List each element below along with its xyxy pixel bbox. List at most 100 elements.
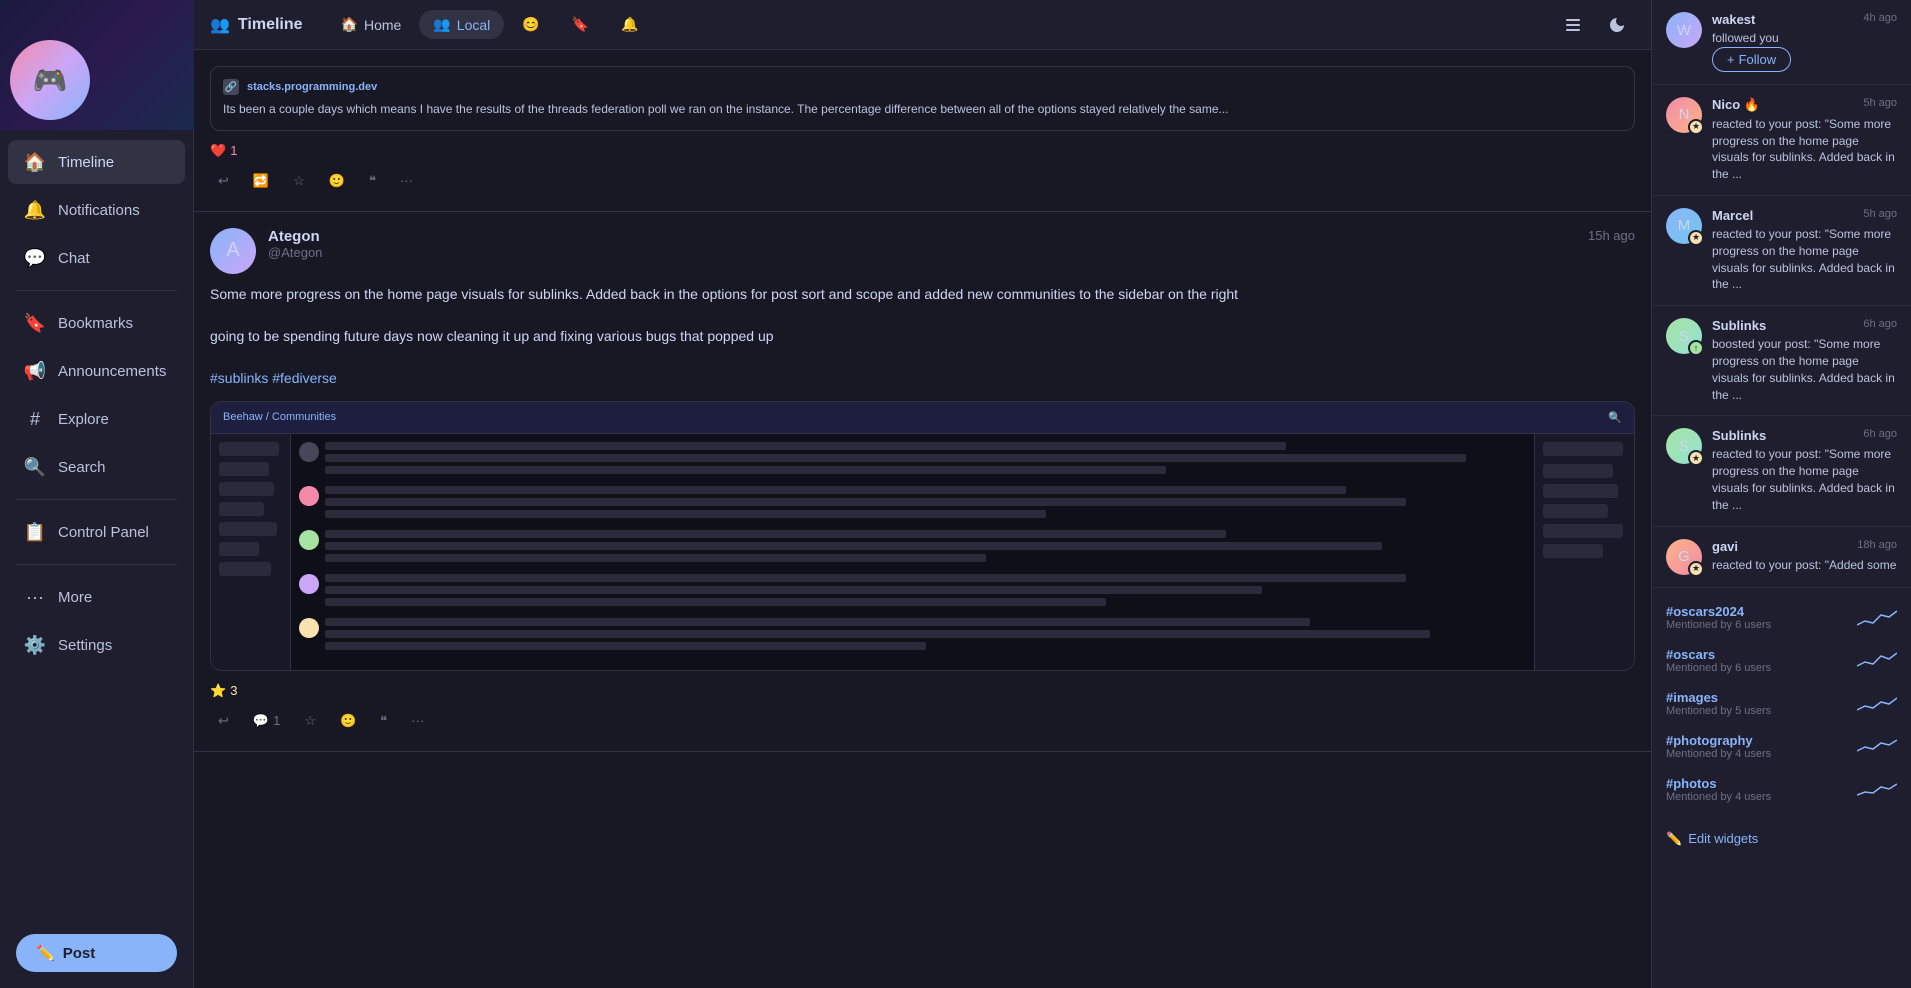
post-button[interactable]: ✏️ Post xyxy=(16,934,177,972)
notif-avatar: G ★ xyxy=(1666,539,1702,575)
notif-username: wakest xyxy=(1712,12,1755,27)
tab-home[interactable]: 🏠 Home xyxy=(327,10,416,39)
quote-button[interactable]: ❝ xyxy=(361,167,384,195)
more-icon: ··· xyxy=(24,586,46,608)
notif-avatar: S ↑ xyxy=(1666,318,1702,354)
home-icon: 🏠 xyxy=(24,151,46,173)
post-handle: @Ategon xyxy=(268,245,1576,260)
trending-count: Mentioned by 6 users xyxy=(1666,662,1771,674)
notif-time: 5h ago xyxy=(1863,97,1897,109)
trend-chart-icon xyxy=(1857,736,1897,756)
trending-count: Mentioned by 4 users xyxy=(1666,748,1771,760)
post-header: A Ategon @Ategon 15h ago xyxy=(210,228,1635,274)
star-icon: ⭐ xyxy=(210,683,226,699)
post-actions-2: ↩ 💬 1 ☆ 🙂 ❝ ··· xyxy=(210,707,1635,735)
sidebar-item-settings[interactable]: ⚙️ Settings xyxy=(8,623,185,667)
emoji-tab-icon: 😊 xyxy=(522,16,539,33)
notif-time: 4h ago xyxy=(1863,12,1897,24)
more-actions-button[interactable]: ··· xyxy=(392,167,421,194)
star-button[interactable]: ☆ xyxy=(285,167,313,195)
tab-local[interactable]: 👥 Local xyxy=(419,10,504,39)
sidebar-item-label: Control Panel xyxy=(58,524,149,541)
avatar: 🎮 xyxy=(10,40,90,120)
theme-toggle-button[interactable] xyxy=(1599,7,1635,43)
notif-action-text: reacted to your post: xyxy=(1712,117,1821,131)
tab-notification[interactable]: 🔔 xyxy=(607,10,652,39)
sidebar-item-chat[interactable]: 💬 Chat xyxy=(8,236,185,280)
header-title: 👥 Timeline xyxy=(210,15,303,35)
notification-item: S ★ Sublinks 6h ago reacted to your post… xyxy=(1652,416,1911,526)
sidebar-nav: 🏠 Timeline 🔔 Notifications 💬 Chat 🔖 Book… xyxy=(0,130,193,922)
post-author: Ategon xyxy=(268,228,1576,245)
notif-time: 18h ago xyxy=(1857,539,1897,551)
notif-header: wakest 4h ago xyxy=(1712,12,1897,27)
boost-button[interactable]: 🔁 xyxy=(245,167,277,195)
notification-item: W wakest 4h ago followed you + Follow xyxy=(1652,0,1911,85)
notif-time: 5h ago xyxy=(1863,208,1897,220)
sidebar-banner: 🎮 xyxy=(0,0,194,130)
star-count: ⭐ 3 xyxy=(210,683,1635,699)
notif-action-text: reacted to your post: xyxy=(1712,447,1821,461)
notif-username: Sublinks xyxy=(1712,428,1766,443)
post-pen-icon: ✏️ xyxy=(36,944,55,962)
tab-bookmark[interactable]: 🔖 xyxy=(558,10,603,39)
sidebar-item-timeline[interactable]: 🏠 Timeline xyxy=(8,140,185,184)
trending-tag: #photography xyxy=(1666,733,1771,748)
trending-tag: #oscars2024 xyxy=(1666,604,1771,619)
post-card: A Ategon @Ategon 15h ago Some more progr… xyxy=(194,212,1651,752)
sidebar-item-label: Bookmarks xyxy=(58,315,133,332)
sidebar-item-control-panel[interactable]: 📋 Control Panel xyxy=(8,510,185,554)
trending-item-1[interactable]: #oscars2024 Mentioned by 6 users xyxy=(1652,596,1911,639)
trending-tag: #photos xyxy=(1666,776,1771,791)
post-content: Some more progress on the home page visu… xyxy=(210,284,1635,389)
post-actions: ↩ 🔁 ☆ 🙂 ❝ ··· xyxy=(210,167,1635,195)
star-button-2[interactable]: ☆ xyxy=(296,707,324,735)
post-button-label: Post xyxy=(63,945,96,962)
notif-action: boosted your post: "Some more progress o… xyxy=(1712,336,1897,403)
follow-button[interactable]: + Follow xyxy=(1712,47,1791,72)
trending-item-2[interactable]: #oscars Mentioned by 6 users xyxy=(1652,639,1911,682)
list-view-button[interactable] xyxy=(1555,7,1591,43)
trending-tag: #oscars xyxy=(1666,647,1771,662)
quote-button-2[interactable]: ❝ xyxy=(372,707,395,735)
notification-item: G ★ gavi 18h ago reacted to your post: "… xyxy=(1652,527,1911,588)
reply-button[interactable]: 💬 1 xyxy=(245,707,288,735)
follow-icon: + xyxy=(1727,52,1735,67)
emoji-react-button[interactable]: 🙂 xyxy=(321,167,353,195)
sidebar-item-more[interactable]: ··· More xyxy=(8,575,185,619)
sidebar-divider-3 xyxy=(16,564,177,565)
trending-item-3[interactable]: #images Mentioned by 5 users xyxy=(1652,682,1911,725)
notif-username: Nico 🔥 xyxy=(1712,97,1760,113)
notif-avatar: W xyxy=(1666,12,1702,48)
post-tags[interactable]: #sublinks #fediverse xyxy=(210,370,337,386)
source-domain: stacks.programming.dev xyxy=(247,81,377,93)
link-preview-card[interactable]: 🔗 stacks.programming.dev Its been a coup… xyxy=(210,66,1635,131)
notif-avatar: N ★ xyxy=(1666,97,1702,133)
sidebar-item-label: Explore xyxy=(58,411,109,428)
bell-icon: 🔔 xyxy=(24,199,46,221)
sidebar-item-announcements[interactable]: 📢 Announcements xyxy=(8,349,185,393)
notif-time: 6h ago xyxy=(1863,428,1897,440)
notif-action: reacted to your post: "Some more progres… xyxy=(1712,226,1897,293)
sidebar-item-notifications[interactable]: 🔔 Notifications xyxy=(8,188,185,232)
star-number: 3 xyxy=(230,683,237,698)
top-header: 👥 Timeline 🏠 Home 👥 Local 😊 🔖 🔔 xyxy=(194,0,1651,50)
tab-emoji[interactable]: 😊 xyxy=(508,10,553,39)
sidebar-item-bookmarks[interactable]: 🔖 Bookmarks xyxy=(8,301,185,345)
tab-label: Home xyxy=(364,17,401,33)
undo-button[interactable]: ↩ xyxy=(210,167,237,195)
undo-button-2[interactable]: ↩ xyxy=(210,707,237,735)
notif-action: reacted to your post: "Added some xyxy=(1712,557,1897,574)
notif-action: followed you xyxy=(1712,30,1897,47)
sidebar-divider-2 xyxy=(16,499,177,500)
more-actions-button-2[interactable]: ··· xyxy=(403,707,432,734)
sidebar-item-explore[interactable]: # Explore xyxy=(8,397,185,441)
home-tab-icon: 🏠 xyxy=(341,16,358,33)
edit-widgets-button[interactable]: ✏️ Edit widgets xyxy=(1652,819,1911,859)
trending-item-5[interactable]: #photos Mentioned by 4 users xyxy=(1652,768,1911,811)
sidebar-item-search[interactable]: 🔍 Search xyxy=(8,445,185,489)
notif-action-text: reacted to your post: xyxy=(1712,558,1821,572)
notif-excerpt: "Added some xyxy=(1825,558,1897,572)
trending-item-4[interactable]: #photography Mentioned by 4 users xyxy=(1652,725,1911,768)
emoji-react-button-2[interactable]: 🙂 xyxy=(332,707,364,735)
